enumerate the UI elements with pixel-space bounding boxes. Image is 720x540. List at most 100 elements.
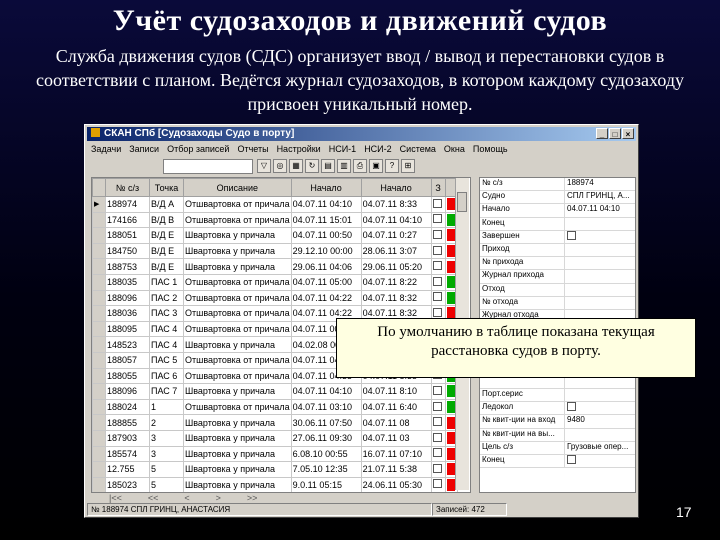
table-row[interactable]: 188096 ПАС 7 Швартовка у причала 04.07.11 0…: [92, 383, 458, 400]
property-row[interactable]: Журнал прихода: [480, 270, 635, 284]
window-titlebar[interactable]: СКАН СПб [Судозаходы Судо в порту] _ □ ×: [87, 127, 636, 141]
property-value[interactable]: Грузовые опер...: [565, 442, 635, 454]
cell-completed[interactable]: [430, 289, 446, 307]
menu-item[interactable]: Система: [396, 144, 440, 154]
checkbox[interactable]: [432, 198, 442, 208]
cell-completed[interactable]: [430, 227, 446, 244]
property-value[interactable]: [565, 429, 635, 441]
cell-completed[interactable]: [430, 445, 446, 463]
menu-item[interactable]: Помощь: [469, 144, 512, 154]
property-value[interactable]: [565, 454, 635, 467]
chart-icon[interactable]: ▥: [337, 159, 351, 173]
checkbox[interactable]: [432, 214, 442, 224]
table-row[interactable]: 187903 3 Швартовка у причала 27.06.11 09:30…: [92, 429, 458, 447]
property-value[interactable]: СПЛ ГРИНЦ, А...: [565, 191, 635, 203]
cell-completed[interactable]: [430, 461, 446, 478]
property-row[interactable]: Завершен: [480, 230, 635, 244]
column-header[interactable]: Описание: [183, 178, 292, 197]
cell-completed[interactable]: [430, 476, 446, 492]
menu-item[interactable]: НСИ-2: [360, 144, 395, 154]
cell-completed[interactable]: [430, 398, 446, 416]
column-header[interactable]: З: [430, 178, 446, 197]
menu-item[interactable]: Записи: [125, 144, 163, 154]
property-value[interactable]: [565, 402, 635, 414]
property-value[interactable]: 04.07.11 04:10: [565, 204, 635, 216]
property-value[interactable]: [565, 218, 635, 230]
checkbox[interactable]: [432, 385, 442, 395]
column-header[interactable]: № с/з: [105, 178, 150, 197]
property-row[interactable]: Конец: [480, 217, 635, 231]
checkbox[interactable]: [567, 454, 576, 464]
menu-item[interactable]: Отчеты: [233, 144, 272, 154]
property-value[interactable]: 9480: [565, 415, 635, 427]
cell-completed[interactable]: [430, 242, 446, 260]
checkbox[interactable]: [567, 230, 576, 240]
cell-completed[interactable]: [430, 429, 446, 447]
checkbox[interactable]: [432, 276, 442, 286]
refresh-icon[interactable]: ↻: [305, 159, 319, 173]
table-row[interactable]: 188051 В/Д Е Швартовка у причала 04.07.11 0…: [92, 227, 458, 244]
table-row[interactable]: 188024 1 Отшвартовка от причала 04.07.11 03…: [92, 398, 458, 416]
close-button[interactable]: ×: [622, 128, 634, 139]
property-row[interactable]: № с/з 188974: [480, 178, 635, 192]
cell-completed[interactable]: [430, 196, 446, 213]
cell-completed[interactable]: [430, 414, 446, 431]
filter-icon[interactable]: ▽: [257, 159, 271, 173]
menu-item[interactable]: Настройки: [273, 144, 325, 154]
menu-item[interactable]: НСИ-1: [325, 144, 360, 154]
cell-completed[interactable]: [430, 273, 446, 291]
tree-icon[interactable]: ⊞: [401, 159, 415, 173]
menu-item[interactable]: Окна: [440, 144, 469, 154]
table-row[interactable]: 188855 2 Швартовка у причала 30.06.11 07:50…: [92, 414, 458, 431]
checkbox[interactable]: [432, 448, 442, 458]
property-row[interactable]: Конец: [480, 454, 635, 469]
property-row[interactable]: Цель с/з Грузовые опер...: [480, 441, 635, 455]
checkbox[interactable]: [432, 245, 442, 255]
property-row[interactable]: № отхода: [480, 296, 635, 310]
property-row[interactable]: Порт.серис: [480, 389, 635, 403]
checkbox[interactable]: [432, 432, 442, 442]
property-value[interactable]: [565, 389, 635, 401]
property-row[interactable]: № квит-ции на вы...: [480, 428, 635, 442]
property-value[interactable]: [565, 257, 635, 269]
checkbox[interactable]: [432, 479, 442, 489]
column-header[interactable]: Начало: [290, 178, 362, 197]
property-value[interactable]: [565, 284, 635, 296]
property-row[interactable]: № квит-ции на вход 9480: [480, 415, 635, 429]
property-value[interactable]: 188974: [565, 178, 635, 190]
scrollbar-thumb[interactable]: [457, 192, 467, 212]
minimize-button[interactable]: _: [596, 128, 608, 139]
column-header[interactable]: Точка: [149, 178, 184, 197]
table-row[interactable]: 188096 ПАС 2 Отшвартовка от причала 04.07.1…: [92, 289, 458, 307]
table-row[interactable]: 12.755 5 Швартовка у причала 7.05.10 12:35 2…: [92, 461, 458, 478]
property-row[interactable]: Судно СПЛ ГРИНЦ, А...: [480, 191, 635, 205]
property-row[interactable]: Начало 04.07.11 04:10: [480, 204, 635, 218]
checkbox[interactable]: [432, 463, 442, 473]
property-value[interactable]: [565, 270, 635, 282]
table-row[interactable]: 188753 В/Д Е Швартовка у причала 29.06.11 0…: [92, 258, 458, 275]
property-row[interactable]: Отход: [480, 283, 635, 297]
cell-completed[interactable]: [430, 211, 446, 229]
filter-input[interactable]: [163, 158, 253, 174]
property-value[interactable]: [565, 230, 635, 243]
help-icon[interactable]: ?: [385, 159, 399, 173]
table-row[interactable]: 174166 В/Д В Отшвартовка от причала 04.07.1…: [92, 211, 458, 229]
printer-icon[interactable]: ⎙: [353, 159, 367, 173]
calculator-icon[interactable]: ▣: [369, 159, 383, 173]
checkbox[interactable]: [432, 292, 442, 302]
column-header[interactable]: Начало: [360, 178, 432, 197]
property-value[interactable]: [565, 244, 635, 256]
checkbox[interactable]: [432, 401, 442, 411]
table-row[interactable]: 185023 5 Швартовка у причала 9.0.11 05:15 24…: [92, 476, 458, 492]
binoculars-icon[interactable]: ◎: [273, 159, 287, 173]
checkbox[interactable]: [432, 417, 442, 427]
checkbox[interactable]: [567, 402, 576, 412]
property-value[interactable]: [565, 297, 635, 309]
table-row[interactable]: 184750 В/Д Е Швартовка у причала 29.12.10 0…: [92, 242, 458, 260]
property-row[interactable]: № прихода: [480, 257, 635, 271]
maximize-button[interactable]: □: [609, 128, 621, 139]
property-row[interactable]: Ледокол: [480, 402, 635, 416]
table-row[interactable]: 188035 ПАС 1 Отшвартовка от причала 04.07.1…: [92, 273, 458, 291]
menu-item[interactable]: Задачи: [87, 144, 125, 154]
checkbox[interactable]: [432, 307, 442, 317]
